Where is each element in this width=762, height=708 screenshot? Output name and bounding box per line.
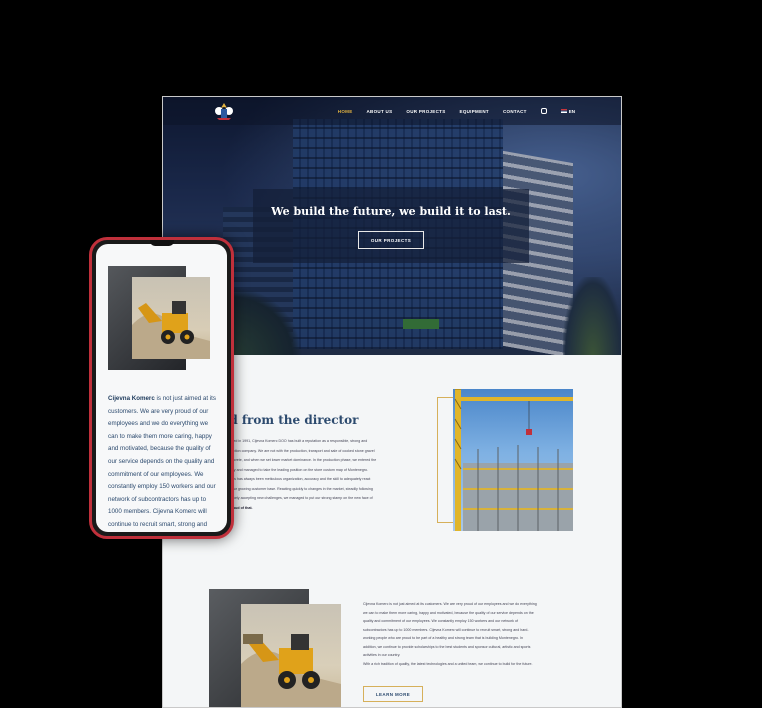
phone-line: our service depends on the quality and — [108, 457, 215, 465]
phone-line: continue to recruit smart, strong and — [108, 520, 208, 528]
language-switcher[interactable]: EN — [560, 108, 575, 114]
about-line: With a rich tradition of quality, the la… — [363, 661, 533, 666]
language-label: EN — [568, 108, 575, 114]
phone-line: can to make them more caring, happy — [108, 432, 212, 440]
flag-icon — [560, 109, 567, 113]
about-line: working people who are proud to be part … — [363, 636, 524, 640]
instagram-icon[interactable] — [540, 108, 547, 114]
phone-line: employees and we do everything we — [108, 420, 209, 428]
nav-item-home[interactable]: HOME — [338, 109, 353, 114]
nav-menu: HOME ABOUT US OUR PROJECTS EQUIPMENT CON… — [338, 97, 575, 125]
about-line: addition, we continue to provide scholar… — [363, 644, 531, 649]
hero-text-panel — [253, 189, 529, 263]
hero-title: We build the future, we build it to last… — [271, 205, 511, 218]
director-line: onstruction company. We are not with the… — [223, 448, 375, 453]
phone-line: commitment of our employees. We — [108, 470, 204, 478]
phone-notch — [150, 240, 174, 246]
phone-line: Cijevna Komerc is not just aimed at its — [108, 395, 216, 402]
director-line: ds of our growing customer base. Reactin… — [223, 486, 373, 491]
phone-about-text: Cijevna Komerc is not just aimed at its … — [108, 393, 224, 532]
director-line: tablished in 1991, Cijevna Komerc DOO ha… — [223, 439, 368, 443]
learn-more-button[interactable]: LEARN MORE — [363, 686, 423, 702]
wheel-loader-image — [241, 604, 341, 707]
nav-item-equipment[interactable]: EQUIPMENT — [460, 109, 489, 114]
phone-line: network of subcontractors has up to — [108, 495, 207, 503]
about-line: activities in our country. — [363, 653, 401, 657]
our-projects-button[interactable]: OUR PROJECTS — [358, 231, 424, 249]
director-line: nd bravely accepting new challenges, we … — [223, 496, 373, 500]
director-line: industry and managed to take the leading… — [223, 467, 369, 472]
nav-item-about-us[interactable]: ABOUT US — [367, 109, 393, 114]
logo-icon[interactable] — [211, 101, 237, 121]
phone-line: customers. We are very proud of our — [108, 407, 209, 415]
director-text: tablished in 1991, Cijevna Komerc DOO ha… — [223, 437, 423, 513]
phone-screen: Cijevna Komerc is not just aimed at its … — [96, 244, 227, 532]
about-line: subcontractors has up to 1000 members. C… — [363, 627, 529, 632]
director-line: nd concrete, and when we set lower marke… — [223, 458, 377, 462]
director-line: success has always been meticulous organ… — [223, 477, 371, 481]
director-line: are proud of that. — [223, 505, 253, 510]
construction-crane-image — [453, 389, 573, 531]
nav-item-contact[interactable]: CONTACT — [503, 109, 527, 114]
about-line: quality and commitment of our employees.… — [363, 619, 518, 623]
phone-line: constantly employ 150 workers and our — [108, 483, 216, 491]
phone-line: 1000 members. Cijevna Komerc will — [108, 508, 207, 516]
about-text: Cijevna Komerc is not just aimed at its … — [363, 600, 583, 668]
about-line: Cijevna Komerc is not just aimed at its … — [363, 602, 537, 606]
phone-line: and motivated, because the quality of — [108, 445, 211, 453]
top-navigation: HOME ABOUT US OUR PROJECTS EQUIPMENT CON… — [163, 97, 621, 125]
about-line: we can to make them more caring, happy a… — [363, 610, 534, 615]
director-heading: rd from the director — [223, 413, 359, 427]
phone-wheel-loader-image — [132, 277, 210, 359]
nav-item-our-projects[interactable]: OUR PROJECTS — [406, 109, 445, 114]
